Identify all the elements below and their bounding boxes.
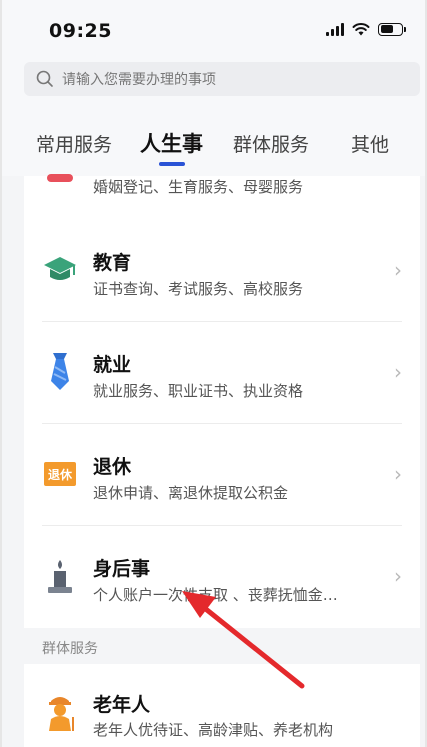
retirement-badge-text: 退休 [44,462,76,486]
necktie-icon [42,353,78,390]
group-services-list: 老年人 老年人优待证、高龄津贴、养老机构 [24,664,420,747]
list-item-education[interactable]: 教育 证书查询、考试服务、高校服务 › [24,220,420,321]
cellular-signal-icon [326,22,344,36]
elderly-person-icon [42,694,78,731]
status-time: 09:25 [49,20,112,42]
list-item-title: 老年人 [93,694,151,716]
list-item-title: 教育 [93,252,132,274]
status-bar: 09:25 [2,0,425,60]
battery-icon [378,22,406,36]
life-events-list: 婚姻登记、生育服务、母婴服务 教育 证书查询、考试服务、高校服务 › 就业 就业… [24,174,420,628]
retirement-badge-icon: 退休 [42,456,78,492]
list-item-title: 身后事 [93,558,151,580]
chevron-right-icon: › [394,564,402,588]
list-item-retirement[interactable]: 退休 退休 退休申请、离退休提取公积金 › [24,424,420,525]
search-icon [36,70,53,87]
candle-icon [42,558,78,594]
status-icons [326,22,406,36]
section-header: 群体服务 [24,632,420,664]
chevron-right-icon: › [394,258,402,282]
list-item-desc: 老年人优待证、高龄津贴、养老机构 [93,721,334,739]
section-header-label: 群体服务 [42,641,98,657]
list-item-title: 就业 [93,354,132,376]
wifi-icon [352,23,370,36]
list-item-funeral[interactable]: 身后事 个人账户一次性支取 、丧葬抚恤金… › [24,526,420,627]
chevron-right-icon: › [394,360,402,384]
list-item-desc: 证书查询、考试服务、高校服务 [93,280,304,298]
list-item-desc: 婚姻登记、生育服务、母婴服务 [93,178,304,196]
list-item-title: 退休 [93,456,132,478]
list-item-desc: 退休申请、离退休提取公积金 [93,484,289,502]
list-item-desc: 个人账户一次性支取 、丧葬抚恤金… [93,586,338,604]
heart-icon [42,166,78,202]
search-bar[interactable]: 请输入您需要办理的事项 [24,62,420,96]
list-item-elderly[interactable]: 老年人 老年人优待证、高龄津贴、养老机构 [24,664,420,747]
list-item-desc: 就业服务、职业证书、执业资格 [93,382,304,400]
graduation-cap-icon [42,252,78,288]
search-placeholder: 请输入您需要办理的事项 [62,72,216,88]
list-item-employment[interactable]: 就业 就业服务、职业证书、执业资格 › [24,322,420,423]
app-screen: 09:25 请输入您需要办理的事项 常用服务 人生事 群体服务 其他 婚姻登记、… [0,0,427,747]
chevron-right-icon: › [394,462,402,486]
